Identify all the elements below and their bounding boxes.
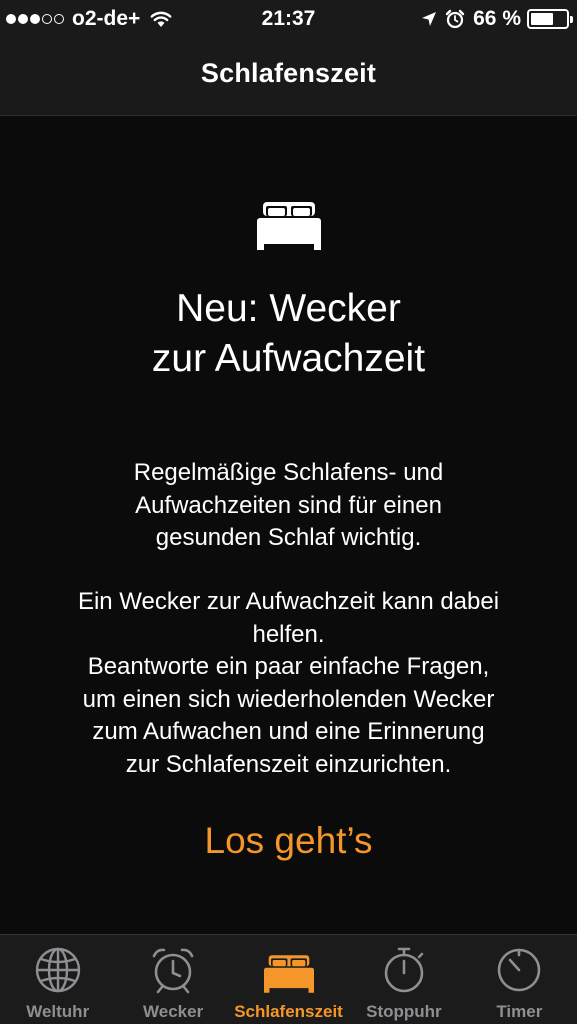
headline-line-2: zur Aufwachzeit (151, 337, 426, 380)
headline-line-1: Neu: Wecker (176, 287, 401, 330)
status-right: 66 % (421, 6, 573, 32)
description-paragraph-2: Ein Wecker zur Aufwachzeit kann dabei he… (77, 588, 500, 648)
tab-weltuhr[interactable]: Weltuhr (0, 935, 115, 1024)
battery-level-fill (531, 13, 553, 25)
bed-icon (263, 945, 314, 995)
tab-label: Timer (496, 1002, 543, 1021)
description-paragraph-1: Regelmäßige Schlafens- und Aufwachzeiten… (133, 459, 444, 551)
bedtime-intro-content: Neu: Wecker zur Aufwachzeit Regelmäßige … (0, 116, 577, 934)
tab-label: Weltuhr (26, 1002, 90, 1021)
tab-stoppuhr[interactable]: Stoppuhr (346, 935, 461, 1024)
clock-app-screen: o2-de+ 21:37 66 % Schlafenszeit Neu: Wec… (0, 0, 577, 1024)
location-arrow-icon (421, 11, 437, 27)
description-paragraph-3: Beantworte ein paar einfache Fragen, um … (82, 653, 495, 778)
battery-icon (527, 9, 573, 29)
alarm-clock-icon (148, 945, 198, 995)
tab-label: Wecker (143, 1002, 204, 1021)
tab-label: Schlafenszeit (234, 1002, 343, 1021)
navigation-bar: Schlafenszeit (0, 38, 577, 116)
tab-bar: Weltuhr Wecker Schlafenszeit Stoppuhr Ti… (0, 934, 577, 1024)
timer-icon (494, 945, 544, 995)
battery-percentage: 66 % (473, 7, 521, 30)
tab-wecker[interactable]: Wecker (115, 935, 230, 1024)
tab-schlafenszeit[interactable]: Schlafenszeit (231, 935, 346, 1024)
headline: Neu: Wecker zur Aufwachzeit (0, 284, 577, 384)
tab-timer[interactable]: Timer (462, 935, 577, 1024)
alarm-clock-icon (445, 9, 465, 29)
status-bar: o2-de+ 21:37 66 % (0, 0, 577, 38)
stopwatch-icon (379, 945, 429, 995)
tab-label: Stoppuhr (366, 1002, 442, 1021)
globe-icon (33, 945, 83, 995)
get-started-button[interactable]: Los geht’s (0, 820, 577, 862)
page-title: Schlafenszeit (200, 58, 377, 88)
bed-icon (257, 202, 321, 250)
